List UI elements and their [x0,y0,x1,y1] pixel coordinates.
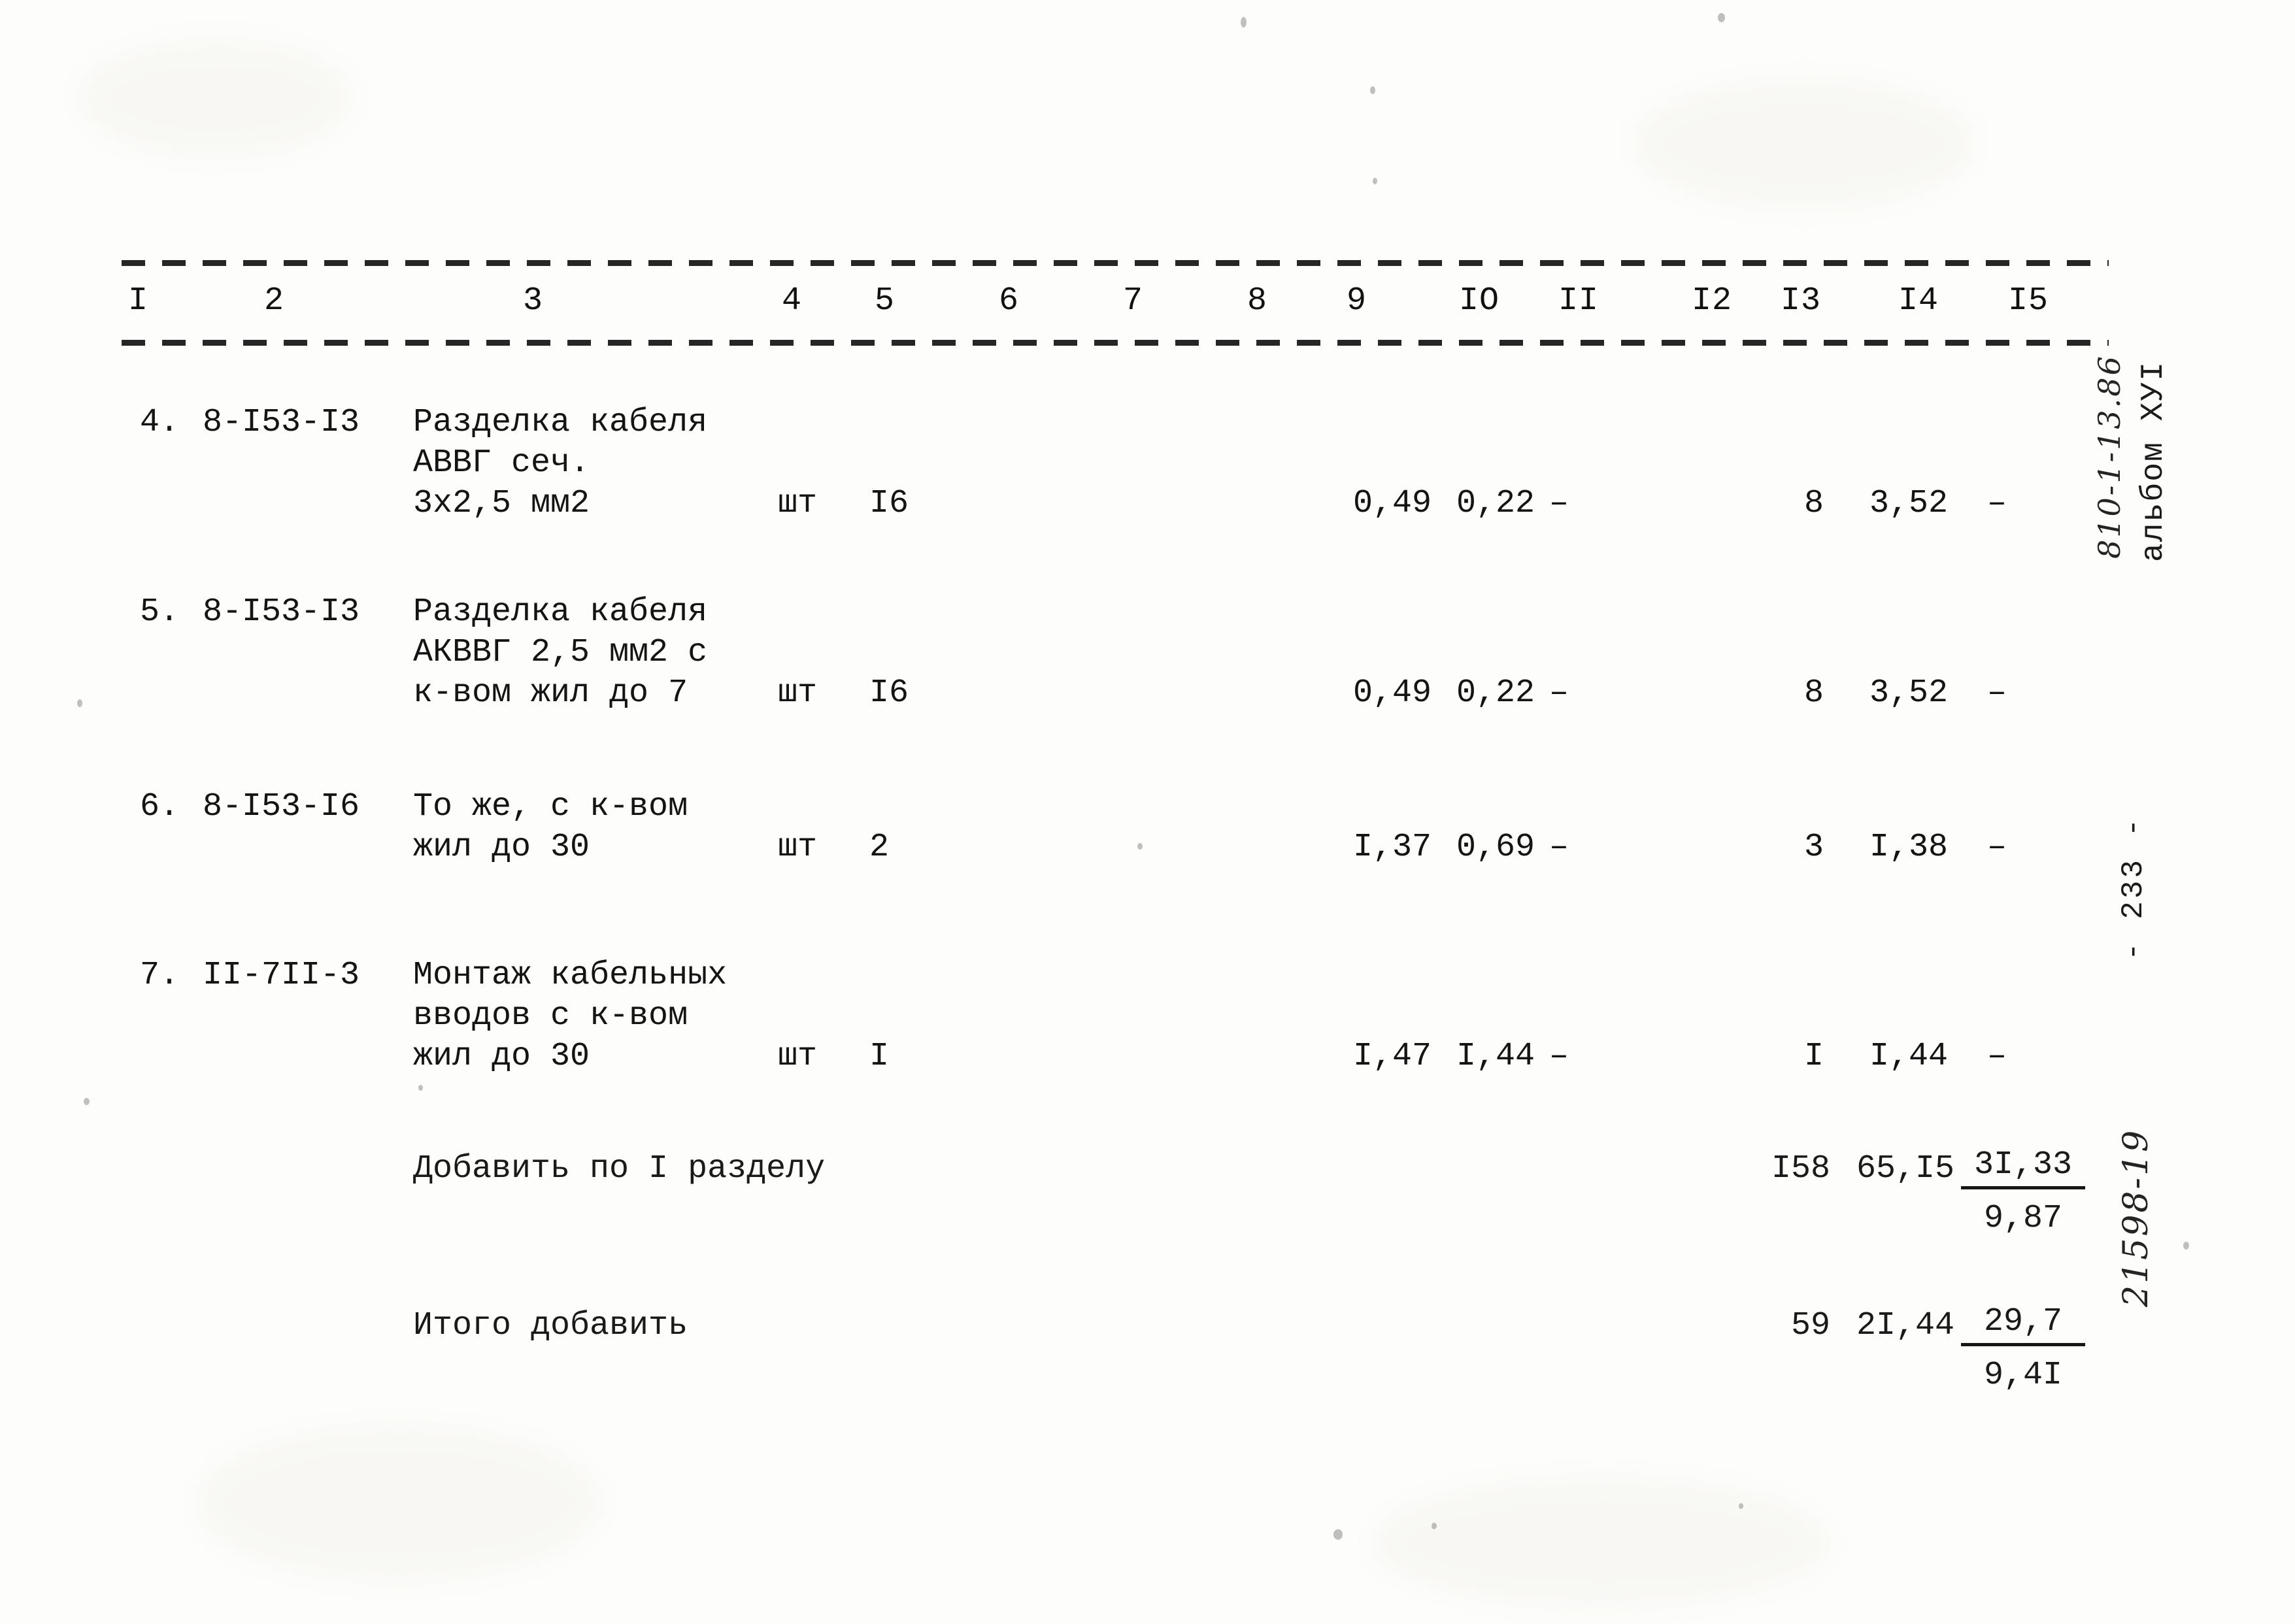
row-col13: 8 [1803,674,1824,712]
row-col15: – [1987,829,2007,866]
row-col10: 0,69 [1456,829,1535,866]
row-col10: 0,22 [1456,485,1535,522]
row-description: Разделка кабеля АВВГ сеч. 3х2,5 мм2 [413,404,708,522]
row-description: Разделка кабеля АКВВГ 2,5 мм2 с к-вом жи… [413,593,708,712]
table-top-rule [122,260,2109,266]
column-header-13: I3 [1781,282,1822,320]
row-code: 8-I53-I3 [203,593,360,631]
column-header-10: IO [1459,282,1500,320]
row-col9: 0,49 [1352,674,1432,712]
row-quantity: 2 [869,829,890,866]
row-col13: I [1803,1038,1824,1075]
row-col11: – [1549,1038,1569,1075]
row-col15: – [1987,1038,2007,1075]
album-code-handwritten: 810-1-13.86 [2092,354,2127,559]
row-description: То же, с к-вом жил до 30 [413,788,688,866]
column-header-11: II [1558,282,1600,320]
document-number-handwritten: 21598-19 [2117,1128,2156,1307]
row-col9: I,47 [1352,1038,1432,1075]
row-number: 4. [140,404,180,441]
row-col15: – [1987,485,2007,522]
row-description: Монтаж кабельных вводов с к-вом жил до 3… [413,957,728,1075]
summary-fraction: 3I,33 9,87 [1961,1146,2085,1237]
column-header-3: 3 [523,282,544,320]
row-quantity: I6 [869,674,909,712]
row-col11: – [1549,829,1569,866]
row-col10: 0,22 [1456,674,1535,712]
column-header-5: 5 [875,282,896,320]
row-col9: I,37 [1352,829,1432,866]
album-label: альбом ХУI [2136,360,2171,562]
row-col14: I,44 [1869,1038,1948,1075]
summary-fraction-numerator: 3I,33 [1961,1146,2085,1189]
row-col14: 3,52 [1869,674,1948,712]
row-unit: шт [778,674,818,712]
column-header-9: 9 [1347,282,1367,320]
row-number: 6. [140,788,180,825]
summary-col13: I58 [1771,1150,1830,1187]
row-code: 8-I53-I3 [203,404,360,441]
column-header-12: I2 [1692,282,1733,320]
column-header-7: 7 [1123,282,1144,320]
summary-fraction-numerator: 29,7 [1961,1303,2085,1346]
summary-label: Итого добавить [413,1307,688,1344]
row-quantity: I [869,1038,890,1075]
summary-fraction-denominator: 9,87 [1983,1200,2063,1237]
column-header-8: 8 [1247,282,1268,320]
row-col14: 3,52 [1869,485,1948,522]
row-col11: – [1549,485,1569,522]
row-col9: 0,49 [1352,485,1432,522]
column-header-1: I [128,282,149,320]
column-header-4: 4 [782,282,803,320]
row-col14: I,38 [1869,829,1948,866]
summary-fraction-denominator: 9,4I [1983,1357,2063,1394]
summary-col14: 2I,44 [1856,1307,1954,1344]
table-header-rule [122,340,2109,346]
summary-col13: 59 [1790,1307,1830,1344]
column-header-15: I5 [2008,282,2049,320]
row-col11: – [1549,674,1569,712]
summary-label: Добавить по I разделу [413,1150,826,1187]
row-code: II-7II-3 [203,957,360,994]
summary-fraction: 29,7 9,4I [1961,1303,2085,1394]
column-header-14: I4 [1898,282,1939,320]
row-number: 5. [140,593,180,631]
scanned-page: I 2 3 4 5 6 7 8 9 IO II I2 I3 I4 I5 4. 8… [0,0,2295,1624]
row-col13: 3 [1803,829,1824,866]
row-unit: шт [778,485,818,522]
page-number: - 233 - [2117,816,2151,961]
column-header-6: 6 [999,282,1020,320]
row-unit: шт [778,829,818,866]
row-col13: 8 [1803,485,1824,522]
column-header-2: 2 [264,282,285,320]
row-col15: – [1987,674,2007,712]
row-col10: I,44 [1456,1038,1535,1075]
row-unit: шт [778,1038,818,1075]
summary-col14: 65,I5 [1856,1150,1954,1187]
row-number: 7. [140,957,180,994]
row-quantity: I6 [869,485,909,522]
row-code: 8-I53-I6 [203,788,360,825]
